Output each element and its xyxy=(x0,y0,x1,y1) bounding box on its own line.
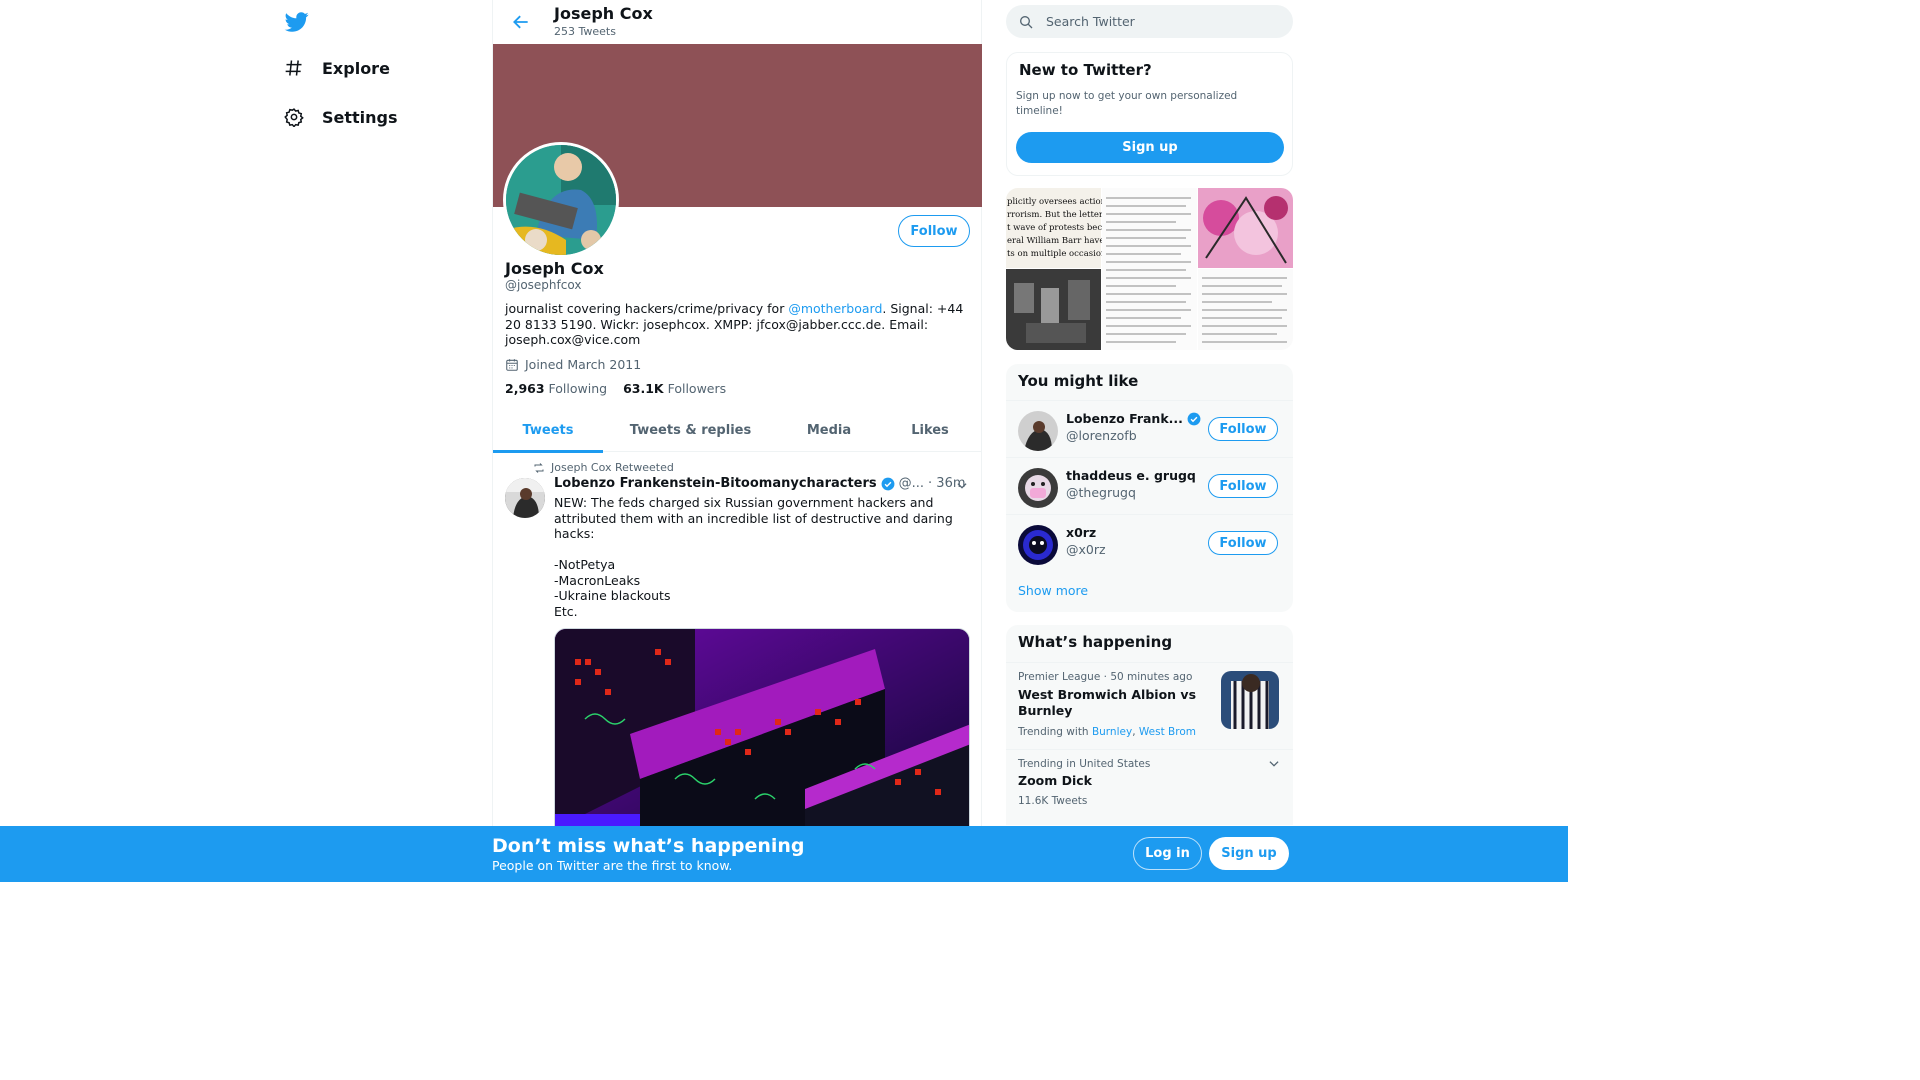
trend-tag-link[interactable]: Burnley xyxy=(1092,726,1132,738)
trend-headline: West Bromwich Albion vs Burnley xyxy=(1018,687,1197,718)
profile-follow-button[interactable]: Follow xyxy=(898,215,970,247)
suggested-user-handle: @x0rz xyxy=(1066,542,1106,557)
followers-count: 63.1K xyxy=(623,381,664,396)
nav-explore[interactable]: Explore xyxy=(284,58,390,78)
tweet-author-avatar[interactable] xyxy=(505,478,545,518)
trend-headline: Zoom Dick xyxy=(1018,773,1092,788)
follow-button[interactable]: Follow xyxy=(1208,417,1278,441)
profile-tabs: Tweets Tweets & replies Media Likes xyxy=(493,408,982,453)
gear-icon xyxy=(284,108,304,127)
bottom-bar-title: Don’t miss what’s happening xyxy=(492,835,805,857)
bio-mention-link[interactable]: @motherboard xyxy=(788,301,882,316)
follow-stats: 2,963 Following 63.1K Followers xyxy=(505,381,726,396)
avatar[interactable] xyxy=(1018,525,1058,565)
retweet-text[interactable]: Joseph Cox Retweeted xyxy=(551,461,674,474)
avatar[interactable] xyxy=(1018,411,1058,451)
suggested-user-name[interactable]: thaddeus e. grugq xyxy=(1066,468,1196,483)
signup-button[interactable]: Sign up xyxy=(1209,837,1289,870)
profile-name: Joseph Cox xyxy=(505,259,604,278)
suggested-user-name-text: thaddeus e. grugq xyxy=(1066,468,1196,483)
profile-bio: journalist covering hackers/crime/privac… xyxy=(505,301,965,348)
header-title: Joseph Cox xyxy=(554,4,653,23)
retweet-indicator: Joseph Cox Retweeted xyxy=(533,461,674,474)
suggested-user-name[interactable]: Lobenzo Frank... xyxy=(1066,411,1201,426)
profile-avatar[interactable] xyxy=(503,142,619,258)
bottom-bar-subtitle: People on Twitter are the first to know. xyxy=(492,858,733,873)
suggested-user-name[interactable]: x0rz xyxy=(1066,525,1096,540)
joined-text: Joined March 2011 xyxy=(525,357,642,372)
tweet-media-image[interactable] xyxy=(554,628,970,838)
following-stat[interactable]: 2,963 Following xyxy=(505,381,607,396)
following-label: Following xyxy=(548,381,608,396)
nav-explore-label: Explore xyxy=(322,58,390,78)
trend-category: Trending in United States xyxy=(1018,758,1151,770)
trend-item[interactable]: Trending in United States Zoom Dick 11.6… xyxy=(1006,749,1293,819)
followers-label: Followers xyxy=(667,381,727,396)
trend-tag-link[interactable]: West Brom xyxy=(1139,726,1196,738)
trend-related: Trending with Burnley, West Brom xyxy=(1018,726,1196,738)
suggested-user-handle: @lorenzofb xyxy=(1066,428,1137,443)
trend-tweet-count: 11.6K Tweets xyxy=(1018,795,1088,807)
tab-tweets-replies[interactable]: Tweets & replies xyxy=(603,408,778,452)
tweet-text: NEW: The feds charged six Russian govern… xyxy=(554,495,953,619)
hashtag-icon xyxy=(285,60,302,76)
whats-happening-title: What’s happening xyxy=(1018,633,1173,651)
new-to-twitter-title: New to Twitter? xyxy=(1019,61,1152,79)
trend-item[interactable]: Premier League · 50 minutes ago West Bro… xyxy=(1006,662,1293,749)
suggested-user-name-text: x0rz xyxy=(1066,525,1097,540)
profile-handle: @josephfcox xyxy=(505,278,582,292)
verified-badge-icon xyxy=(881,477,895,490)
calendar-icon xyxy=(506,358,518,371)
sidebar-signup-button[interactable]: Sign up xyxy=(1016,132,1284,163)
new-to-twitter-card: New to Twitter? Sign up now to get your … xyxy=(1006,52,1293,176)
show-more-link[interactable]: Show more xyxy=(1018,583,1088,598)
follow-button[interactable]: Follow xyxy=(1208,474,1278,498)
suggested-user-row[interactable]: x0rz @x0rz Follow xyxy=(1006,514,1293,571)
avatar[interactable] xyxy=(1018,468,1058,508)
login-button[interactable]: Log in xyxy=(1133,837,1202,870)
suggested-user-row[interactable]: thaddeus e. grugq @thegrugq Follow xyxy=(1006,457,1293,514)
twitter-bird-icon[interactable] xyxy=(284,10,310,34)
chevron-down-icon[interactable] xyxy=(955,478,969,492)
search-input[interactable] xyxy=(1046,14,1266,29)
tab-tweets[interactable]: Tweets xyxy=(493,408,603,453)
following-count: 2,963 xyxy=(505,381,545,396)
new-to-twitter-subtitle: Sign up now to get your own personalized… xyxy=(1016,90,1238,117)
suggested-user-row[interactable]: Lobenzo Frank... @lorenzofb Follow xyxy=(1006,400,1293,457)
signup-prompt-bar: Don’t miss what’s happening People on Tw… xyxy=(0,826,1568,882)
retweet-icon xyxy=(534,462,544,473)
suggested-user-name-text: Lobenzo Frank... xyxy=(1066,411,1183,426)
profile-media-grid[interactable]: plicitly oversees actions of rrorism. Bu… xyxy=(1006,188,1293,350)
who-to-follow-card: You might like Lobenzo Frank... @lorenzo… xyxy=(1006,364,1293,612)
trending-with-label: Trending with xyxy=(1018,726,1089,738)
verified-badge-icon xyxy=(1187,412,1201,425)
bio-text: journalist covering hackers/crime/privac… xyxy=(505,301,789,316)
nav-settings-label: Settings xyxy=(322,107,398,127)
trend-time: 50 minutes ago xyxy=(1110,671,1193,683)
trend-meta: Premier League · 50 minutes ago xyxy=(1018,671,1193,683)
search-icon xyxy=(1020,15,1033,28)
tweet-author-handle[interactable]: @... xyxy=(899,476,924,491)
header-tweet-count: 253 Tweets xyxy=(554,25,616,38)
suggested-user-handle: @thegrugq xyxy=(1066,485,1136,500)
nav-settings[interactable]: Settings xyxy=(284,107,398,127)
tweet-author-name[interactable]: Lobenzo Frankenstein-Bitoomanycharacters xyxy=(554,476,877,491)
follow-button[interactable]: Follow xyxy=(1208,531,1278,555)
search-bar[interactable] xyxy=(1006,5,1293,38)
trend-thumbnail xyxy=(1221,671,1279,729)
tab-media[interactable]: Media xyxy=(778,408,880,452)
back-arrow-icon[interactable] xyxy=(511,12,531,32)
whats-happening-card: What’s happening Premier League · 50 min… xyxy=(1006,625,1293,825)
joined-date: Joined March 2011 xyxy=(505,357,641,372)
tab-likes[interactable]: Likes xyxy=(880,408,980,452)
profile-column: Joseph Cox 253 Tweets Follow Joseph Cox … xyxy=(492,0,982,882)
followers-stat[interactable]: 63.1K Followers xyxy=(623,381,726,396)
who-to-follow-title: You might like xyxy=(1018,372,1139,390)
tweet-header: Lobenzo Frankenstein-Bitoomanycharacters… xyxy=(554,476,966,491)
chevron-down-icon[interactable] xyxy=(1267,756,1281,775)
trend-category: Premier League xyxy=(1018,671,1101,683)
media-quote-line-5: ts on multiple occasions." xyxy=(1007,249,1117,259)
